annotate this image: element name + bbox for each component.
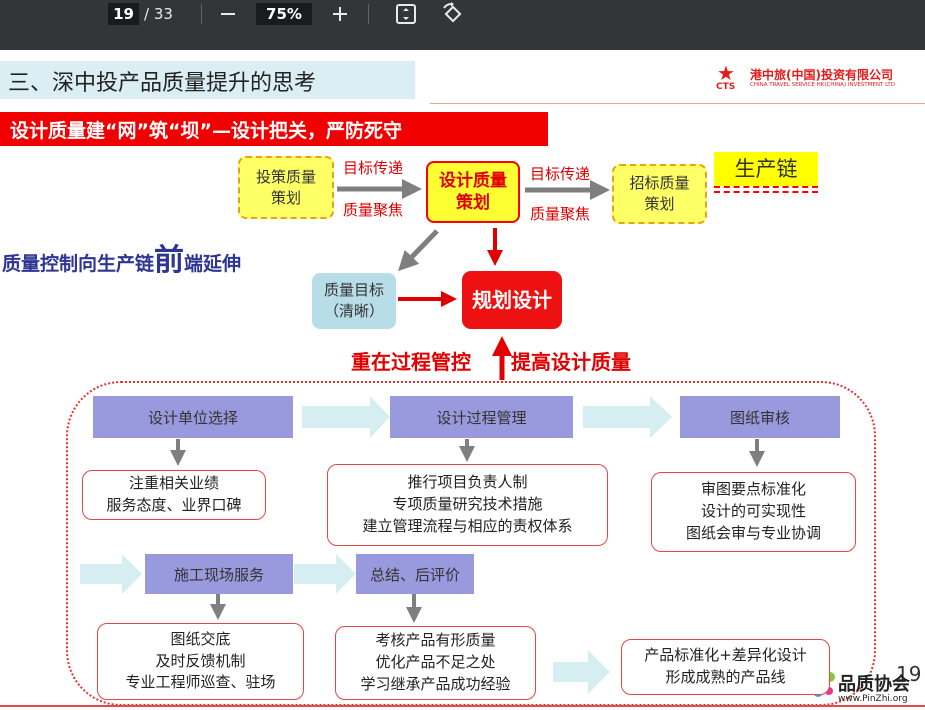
detail-line: 考核产品有形质量 — [375, 631, 496, 650]
side-statement-b: 端延伸 — [184, 253, 242, 275]
production-chain-underline — [714, 191, 818, 193]
detail-line: 建立管理流程与相应的责权体系 — [362, 516, 573, 535]
divider — [201, 4, 202, 24]
detail-line: 形成成熟的产品线 — [665, 668, 786, 686]
fit-page-icon — [396, 4, 416, 24]
zoom-out-button[interactable] — [215, 2, 241, 26]
slide-page: 三、深中投产品质量提升的思考 ★ CTS 港中旅(中国)投资有限公司 CHINA… — [0, 50, 925, 710]
detail-line: 图纸交底 — [170, 629, 231, 648]
rotate-button[interactable] — [439, 2, 465, 26]
detail-line: 专项质量研究技术措施 — [392, 495, 543, 514]
quality-goal-box: 质量目标 （清晰） — [312, 273, 396, 329]
detail-box-3: 审图要点标准化 设计的可实现性 图纸会审与专业协调 — [651, 472, 856, 552]
chain-label-2-bottom: 质量聚焦 — [530, 205, 591, 223]
detail-line: 注重相关业绩 — [128, 474, 219, 493]
detail-line: 审图要点标准化 — [700, 480, 806, 499]
chain-box-bidding: 招标质量 策划 — [612, 164, 707, 224]
pdf-toolbar: 19 / 33 75% — [0, 0, 925, 50]
step-drawing-review: 图纸审核 — [680, 396, 840, 438]
detail-line: 学习继承产品成功经验 — [360, 674, 511, 693]
production-chain-label: 生产链 — [714, 152, 818, 186]
chain-box-invest: 投策质量 策划 — [238, 156, 334, 219]
detail-line: 图纸会审与专业协调 — [685, 523, 821, 542]
footer-divider — [0, 705, 925, 707]
step-design-process-management: 设计过程管理 — [390, 396, 573, 438]
step-post-evaluation: 总结、后评价 — [356, 554, 474, 594]
fit-page-button[interactable] — [393, 2, 419, 26]
detail-box-2: 推行项目负责人制 专项质量研究技术措施 建立管理流程与相应的责权体系 — [327, 464, 608, 546]
zoom-level-input[interactable]: 75% — [256, 3, 312, 25]
minus-icon — [221, 13, 235, 15]
plus-icon — [333, 7, 347, 21]
detail-line: 服务态度、业界口碑 — [106, 496, 242, 514]
side-statement-a: 质量控制向生产链 — [2, 253, 155, 275]
step-site-service: 施工现场服务 — [145, 554, 293, 594]
emphasis-right: 提高设计质量 — [511, 350, 631, 374]
emphasis-left: 重在过程管控 — [351, 350, 471, 374]
side-statement: 质量控制向生产链前端延伸 — [2, 235, 241, 279]
planning-design-box: 规划设计 — [462, 271, 562, 329]
page-total: / 33 — [144, 5, 173, 23]
side-statement-emphasis: 前 — [154, 243, 185, 278]
production-chain-underline — [714, 186, 818, 188]
zoom-in-button[interactable] — [327, 2, 353, 26]
detail-line: 及时反馈机制 — [155, 651, 246, 670]
chain-label-1-top: 目标传递 — [343, 159, 404, 177]
rotate-icon — [443, 2, 462, 23]
detail-line: 推行项目负责人制 — [407, 473, 528, 492]
detail-line: 优化产品不足之处 — [375, 653, 496, 672]
detail-line: 设计的可实现性 — [700, 502, 806, 521]
step-design-unit-selection: 设计单位选择 — [93, 396, 293, 438]
chain-label-2-top: 目标传递 — [530, 165, 591, 183]
diag-arrow — [398, 229, 439, 272]
detail-line: 专业工程师巡查、驻场 — [125, 673, 276, 692]
detail-box-4: 图纸交底 及时反馈机制 专业工程师巡查、驻场 — [97, 623, 304, 700]
detail-line: 产品标准化+差异化设计 — [644, 646, 807, 665]
watermark-url: www.PinZhi.org — [838, 694, 908, 704]
chain-box-design: 设计质量 策划 — [426, 161, 520, 223]
detail-box-5: 考核产品有形质量 优化产品不足之处 学习继承产品成功经验 — [335, 626, 536, 700]
detail-box-1: 注重相关业绩 服务态度、业界口碑 — [82, 470, 266, 520]
watermark-text: 品质协会 — [838, 674, 910, 695]
chain-label-1-bottom: 质量聚焦 — [343, 201, 404, 219]
page-number-input[interactable]: 19 — [108, 3, 139, 25]
detail-box-6: 产品标准化+差异化设计 形成成熟的产品线 — [621, 639, 830, 695]
divider — [368, 4, 369, 24]
